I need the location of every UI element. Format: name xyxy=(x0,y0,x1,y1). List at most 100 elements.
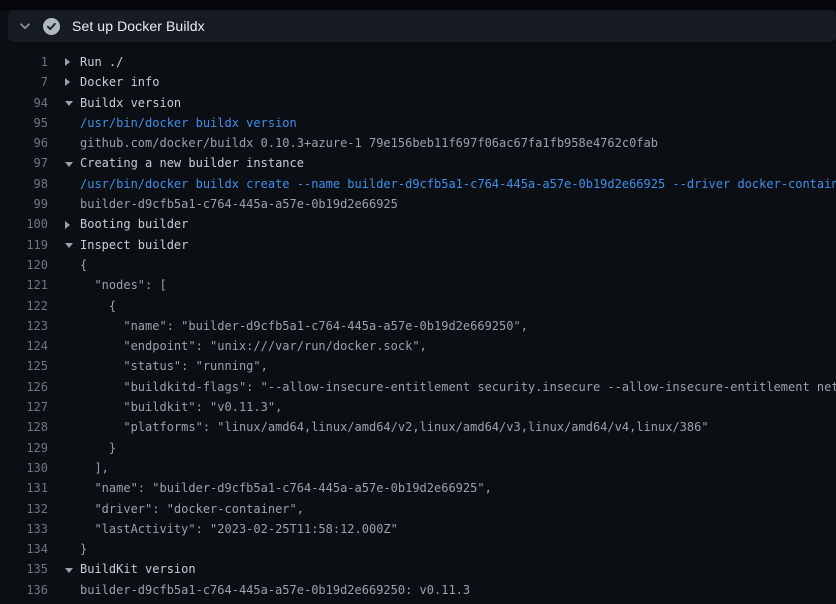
log-text: "buildkitd-flags": "--allow-insecure-ent… xyxy=(80,380,836,394)
log-line-row: 123 "name": "builder-d9cfb5a1-c764-445a-… xyxy=(0,316,836,336)
line-content: "lastActivity": "2023-02-25T11:58:12.000… xyxy=(48,519,836,539)
line-number[interactable]: 1 xyxy=(0,52,48,72)
line-content: } xyxy=(48,438,836,458)
line-content: "name": "builder-d9cfb5a1-c764-445a-a57e… xyxy=(48,316,836,336)
line-number[interactable]: 96 xyxy=(0,133,48,153)
log-text: "platforms": "linux/amd64,linux/amd64/v2… xyxy=(80,420,709,434)
line-number[interactable]: 132 xyxy=(0,499,48,519)
log-line-row: 132 "driver": "docker-container", xyxy=(0,499,836,519)
line-number[interactable]: 126 xyxy=(0,377,48,397)
group-title: Creating a new builder instance xyxy=(80,156,304,170)
line-number[interactable]: 134 xyxy=(0,539,48,559)
line-number[interactable]: 97 xyxy=(0,153,48,173)
group-title: Buildx version xyxy=(80,96,181,110)
line-number[interactable]: 123 xyxy=(0,316,48,336)
triangle-collapsed-icon xyxy=(65,221,70,229)
log-line-row: 95/usr/bin/docker buildx version xyxy=(0,113,836,133)
log-text: { xyxy=(80,299,116,313)
group-title: Inspect builder xyxy=(80,238,188,252)
line-number[interactable]: 120 xyxy=(0,255,48,275)
command-text: /usr/bin/docker buildx version xyxy=(80,116,297,130)
triangle-expanded-icon xyxy=(65,101,73,106)
line-number[interactable]: 121 xyxy=(0,275,48,295)
triangle-expanded-icon xyxy=(65,162,73,167)
line-content: github.com/docker/buildx 0.10.3+azure-1 … xyxy=(48,133,836,153)
group-title: BuildKit version xyxy=(80,562,196,576)
line-number[interactable]: 124 xyxy=(0,336,48,356)
line-content: /usr/bin/docker buildx version xyxy=(48,113,836,133)
log-group-row[interactable]: 7 Docker info xyxy=(0,72,836,92)
line-number[interactable]: 7 xyxy=(0,72,48,92)
line-content: "platforms": "linux/amd64,linux/amd64/v2… xyxy=(48,417,836,437)
log-line-row: 98/usr/bin/docker buildx create --name b… xyxy=(0,174,836,194)
log-text: ], xyxy=(80,461,109,475)
line-content: Buildx version xyxy=(48,93,836,113)
triangle-collapsed-icon xyxy=(65,78,70,86)
line-number[interactable]: 94 xyxy=(0,93,48,113)
log-line-row: 122 { xyxy=(0,296,836,316)
line-number[interactable]: 136 xyxy=(0,580,48,600)
log-line-row: 96github.com/docker/buildx 0.10.3+azure-… xyxy=(0,133,836,153)
line-number[interactable]: 135 xyxy=(0,559,48,579)
log-group-row[interactable]: 119 Inspect builder xyxy=(0,235,836,255)
line-number[interactable]: 130 xyxy=(0,458,48,478)
command-text: /usr/bin/docker buildx create --name bui… xyxy=(80,177,836,191)
line-number[interactable]: 100 xyxy=(0,214,48,234)
line-content: Docker info xyxy=(48,72,836,92)
group-title: Run ./ xyxy=(80,55,123,69)
line-content: "buildkitd-flags": "--allow-insecure-ent… xyxy=(48,377,836,397)
line-content: "nodes": [ xyxy=(48,275,836,295)
line-number[interactable]: 122 xyxy=(0,296,48,316)
line-number[interactable]: 131 xyxy=(0,478,48,498)
line-content: "name": "builder-d9cfb5a1-c764-445a-a57e… xyxy=(48,478,836,498)
log-text: } xyxy=(80,542,87,556)
log-line-row: 131 "name": "builder-d9cfb5a1-c764-445a-… xyxy=(0,478,836,498)
log-line-row: 133 "lastActivity": "2023-02-25T11:58:12… xyxy=(0,519,836,539)
log-group-row[interactable]: 100Booting builder xyxy=(0,214,836,234)
line-number[interactable]: 127 xyxy=(0,397,48,417)
step-header[interactable]: Set up Docker Buildx xyxy=(8,10,836,42)
log-text: "name": "builder-d9cfb5a1-c764-445a-a57e… xyxy=(80,481,492,495)
log-text: builder-d9cfb5a1-c764-445a-a57e-0b19d2e6… xyxy=(80,197,398,211)
step-title: Set up Docker Buildx xyxy=(72,18,205,34)
line-content: ], xyxy=(48,458,836,478)
line-number[interactable]: 128 xyxy=(0,417,48,437)
line-content: "buildkit": "v0.11.3", xyxy=(48,397,836,417)
log-line-row: 129 } xyxy=(0,438,836,458)
triangle-expanded-icon xyxy=(65,243,73,248)
line-content: builder-d9cfb5a1-c764-445a-a57e-0b19d2e6… xyxy=(48,194,836,214)
log-group-row[interactable]: 135 BuildKit version xyxy=(0,559,836,579)
line-content: Inspect builder xyxy=(48,235,836,255)
log-group-row[interactable]: 1 Run ./ xyxy=(0,52,836,72)
chevron-down-icon[interactable] xyxy=(8,19,42,33)
log-group-row[interactable]: 97 Creating a new builder instance xyxy=(0,153,836,173)
line-content: Run ./ xyxy=(48,52,836,72)
log-line-row: 126 "buildkitd-flags": "--allow-insecure… xyxy=(0,377,836,397)
line-content: "endpoint": "unix:///var/run/docker.sock… xyxy=(48,336,836,356)
log-line-row: 124 "endpoint": "unix:///var/run/docker.… xyxy=(0,336,836,356)
line-number[interactable]: 125 xyxy=(0,356,48,376)
line-content: { xyxy=(48,255,836,275)
log-line-row: 128 "platforms": "linux/amd64,linux/amd6… xyxy=(0,417,836,437)
line-content: "status": "running", xyxy=(48,356,836,376)
log-line-row: 136 builder-d9cfb5a1-c764-445a-a57e-0b19d… xyxy=(0,580,836,600)
log-line-row: 134} xyxy=(0,539,836,559)
log-text: "driver": "docker-container", xyxy=(80,502,304,516)
log-text: "lastActivity": "2023-02-25T11:58:12.000… xyxy=(80,522,398,536)
log-group-row[interactable]: 94 Buildx version xyxy=(0,93,836,113)
line-number[interactable]: 129 xyxy=(0,438,48,458)
log-text: } xyxy=(80,441,116,455)
triangle-collapsed-icon xyxy=(65,58,70,66)
line-number[interactable]: 133 xyxy=(0,519,48,539)
group-title: Docker info xyxy=(80,75,159,89)
line-number[interactable]: 95 xyxy=(0,113,48,133)
workflow-step-log-viewer: Set up Docker Buildx 1 Run ./ 7 Docker info… xyxy=(0,0,836,604)
line-content: "driver": "docker-container", xyxy=(48,499,836,519)
log-text: builder-d9cfb5a1-c764-445a-a57e-0b19d2e6… xyxy=(80,583,470,597)
line-number[interactable]: 98 xyxy=(0,174,48,194)
line-number[interactable]: 119 xyxy=(0,235,48,255)
line-number[interactable]: 99 xyxy=(0,194,48,214)
log-line-row: 121 "nodes": [ xyxy=(0,275,836,295)
line-content: Creating a new builder instance xyxy=(48,153,836,173)
line-content: builder-d9cfb5a1-c764-445a-a57e-0b19d2e6… xyxy=(48,580,836,600)
